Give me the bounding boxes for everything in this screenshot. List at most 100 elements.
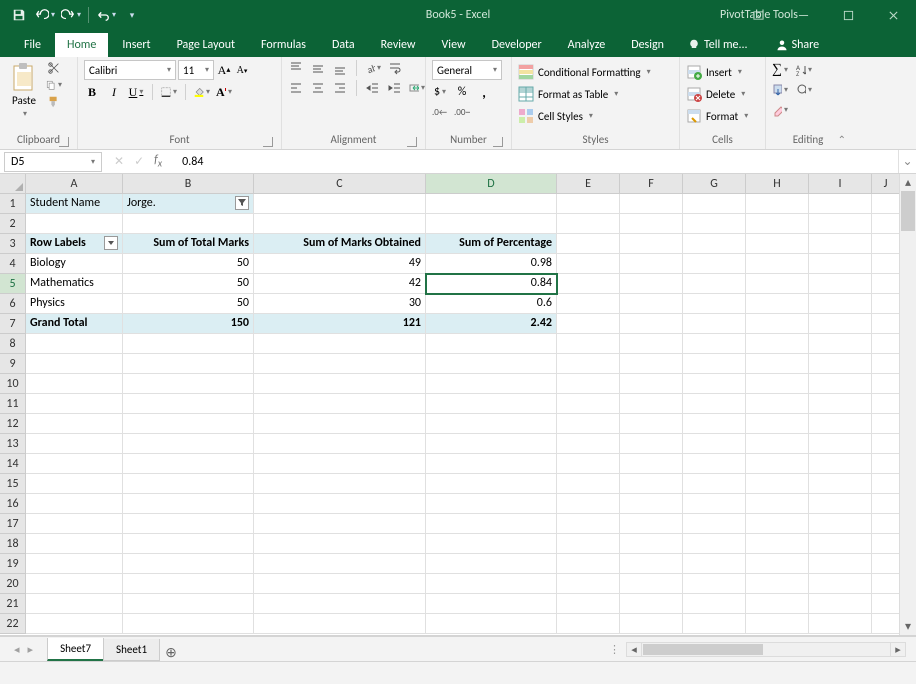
sheet-split-handle[interactable]: ⋮	[609, 643, 622, 656]
cell[interactable]	[809, 574, 872, 594]
cell[interactable]	[26, 614, 123, 634]
cell[interactable]	[620, 314, 683, 334]
cell[interactable]	[26, 454, 123, 474]
cell[interactable]	[254, 434, 426, 454]
find-select-button[interactable]: ▾	[796, 82, 812, 98]
cell[interactable]	[254, 514, 426, 534]
borders-button[interactable]: ▾	[161, 84, 177, 100]
conditional-formatting-button[interactable]: Conditional Formatting▾	[518, 62, 651, 82]
cell[interactable]	[254, 474, 426, 494]
cell[interactable]	[746, 274, 809, 294]
cell[interactable]	[426, 574, 557, 594]
cell[interactable]	[809, 614, 872, 634]
align-left-button[interactable]	[288, 80, 304, 96]
row-header[interactable]: 6	[0, 294, 25, 314]
cell[interactable]	[620, 574, 683, 594]
cell[interactable]	[809, 334, 872, 354]
tab-page-layout[interactable]: Page Layout	[165, 33, 247, 57]
cell[interactable]	[123, 354, 254, 374]
cell[interactable]: 150	[123, 314, 254, 334]
cell[interactable]	[809, 594, 872, 614]
cell[interactable]	[426, 614, 557, 634]
align-bottom-button[interactable]	[332, 60, 348, 76]
cell[interactable]	[620, 374, 683, 394]
cell[interactable]: 0.98	[426, 254, 557, 274]
cell[interactable]	[683, 414, 746, 434]
cell[interactable]	[683, 534, 746, 554]
font-size-combo[interactable]: 11▾	[178, 60, 214, 80]
cell[interactable]	[746, 534, 809, 554]
close-icon[interactable]	[871, 0, 916, 30]
cell[interactable]	[254, 574, 426, 594]
enter-formula-icon[interactable]: ✓	[134, 154, 144, 169]
row-header[interactable]: 21	[0, 594, 25, 614]
cell[interactable]	[620, 194, 683, 214]
font-color-button[interactable]: A▾	[216, 84, 232, 100]
cell[interactable]	[746, 234, 809, 254]
cell[interactable]: Sum of Percentage	[426, 234, 557, 254]
cell[interactable]	[809, 274, 872, 294]
cell[interactable]	[620, 454, 683, 474]
cell[interactable]	[746, 254, 809, 274]
cell[interactable]	[557, 254, 620, 274]
cell[interactable]	[557, 234, 620, 254]
cell[interactable]	[683, 514, 746, 534]
cell[interactable]	[746, 394, 809, 414]
cell[interactable]	[809, 434, 872, 454]
cell[interactable]	[620, 494, 683, 514]
cell[interactable]	[683, 474, 746, 494]
cell[interactable]	[426, 514, 557, 534]
worksheet-grid[interactable]: ABCDEFGHIJ 12345678910111213141516171819…	[0, 174, 916, 636]
cell[interactable]	[123, 434, 254, 454]
cell[interactable]	[620, 354, 683, 374]
increase-indent-button[interactable]	[387, 80, 403, 96]
cell[interactable]	[426, 454, 557, 474]
comma-format-button[interactable]: ,	[476, 84, 492, 100]
align-top-button[interactable]	[288, 60, 304, 76]
cell[interactable]	[254, 554, 426, 574]
cell[interactable]	[746, 614, 809, 634]
cell[interactable]	[620, 394, 683, 414]
fill-button[interactable]: ▾	[772, 82, 788, 98]
cell[interactable]	[683, 614, 746, 634]
column-header[interactable]: H	[746, 174, 809, 193]
cell[interactable]	[26, 594, 123, 614]
align-center-button[interactable]	[310, 80, 326, 96]
cell[interactable]	[254, 374, 426, 394]
cell[interactable]	[809, 234, 872, 254]
cell[interactable]: 0.6	[426, 294, 557, 314]
cell[interactable]	[809, 194, 872, 214]
cell[interactable]	[620, 334, 683, 354]
scroll-down-icon[interactable]: ▾	[900, 618, 916, 635]
horizontal-scrollbar[interactable]: ◂ ▸	[626, 642, 906, 657]
cell[interactable]	[872, 354, 900, 374]
cell[interactable]	[809, 254, 872, 274]
row-header[interactable]: 18	[0, 534, 25, 554]
tab-home[interactable]: Home	[55, 33, 108, 57]
alignment-dialog-launcher[interactable]	[407, 137, 417, 147]
cell[interactable]	[557, 414, 620, 434]
cell[interactable]	[557, 574, 620, 594]
cell[interactable]	[683, 574, 746, 594]
row-header[interactable]: 8	[0, 334, 25, 354]
cell[interactable]	[557, 194, 620, 214]
cell[interactable]	[557, 494, 620, 514]
cell-styles-button[interactable]: Cell Styles▾	[518, 106, 593, 126]
cell[interactable]	[872, 474, 900, 494]
cell[interactable]	[26, 334, 123, 354]
cell[interactable]	[254, 354, 426, 374]
row-header[interactable]: 10	[0, 374, 25, 394]
row-header[interactable]: 11	[0, 394, 25, 414]
cell[interactable]	[26, 354, 123, 374]
cell[interactable]	[426, 334, 557, 354]
cell[interactable]	[254, 394, 426, 414]
cell[interactable]	[872, 194, 900, 214]
cell[interactable]	[123, 534, 254, 554]
name-box[interactable]: D5▾	[4, 152, 102, 172]
cell[interactable]	[872, 254, 900, 274]
rowlabels-dropdown-icon[interactable]	[104, 236, 118, 250]
cell[interactable]	[557, 594, 620, 614]
column-header[interactable]: A	[26, 174, 123, 193]
sheet-tab-other[interactable]: Sheet1	[103, 639, 160, 661]
cell[interactable]	[872, 374, 900, 394]
